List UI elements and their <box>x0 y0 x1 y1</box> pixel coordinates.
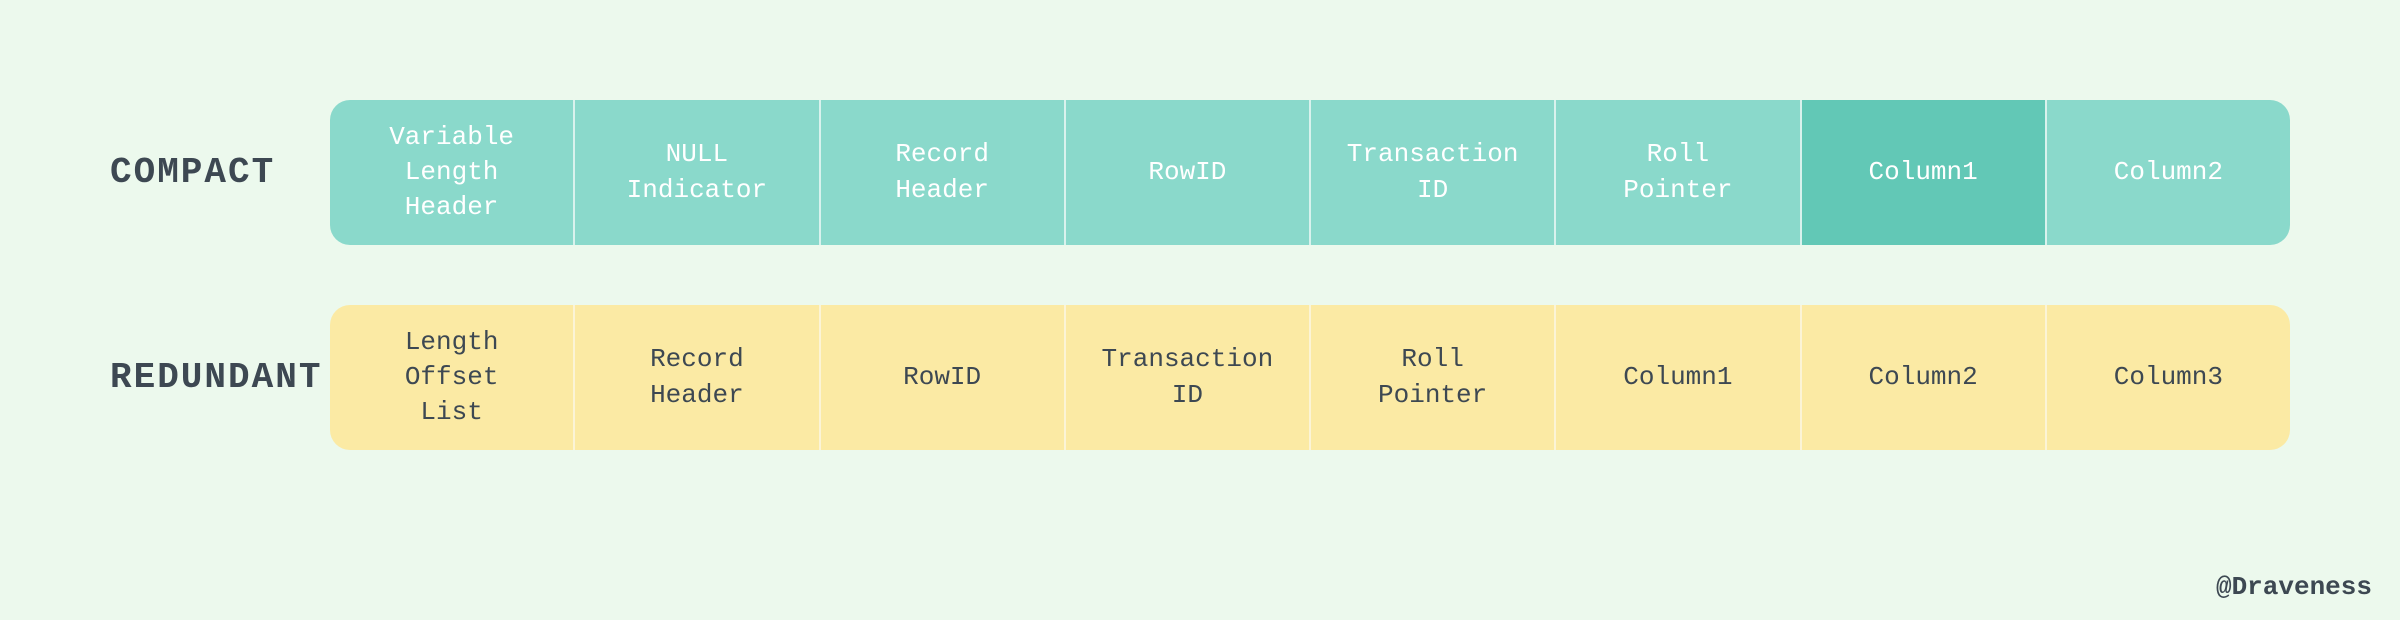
redundant-cell-column2: Column2 <box>1802 305 2047 450</box>
redundant-cell-transaction-id: Transaction ID <box>1066 305 1311 450</box>
compact-cell-column2: Column2 <box>2047 100 2290 245</box>
compact-label: COMPACT <box>110 152 330 193</box>
redundant-cell-rowid: RowID <box>821 305 1066 450</box>
redundant-cells: Length Offset List Record Header RowID T… <box>330 305 2290 450</box>
redundant-cell-roll-pointer: Roll Pointer <box>1311 305 1556 450</box>
redundant-cell-column1: Column1 <box>1556 305 1801 450</box>
compact-cell-variable-length-header: Variable Length Header <box>330 100 575 245</box>
compact-cell-column1: Column1 <box>1802 100 2047 245</box>
compact-row: COMPACT Variable Length Header NULL Indi… <box>110 100 2290 245</box>
attribution: @Draveness <box>2216 572 2372 602</box>
compact-cell-transaction-id: Transaction ID <box>1311 100 1556 245</box>
compact-cell-rowid: RowID <box>1066 100 1311 245</box>
diagram-container: COMPACT Variable Length Header NULL Indi… <box>0 0 2400 450</box>
redundant-row: REDUNDANT Length Offset List Record Head… <box>110 305 2290 450</box>
compact-cell-null-indicator: NULL Indicator <box>575 100 820 245</box>
compact-cells: Variable Length Header NULL Indicator Re… <box>330 100 2290 245</box>
redundant-cell-column3: Column3 <box>2047 305 2290 450</box>
redundant-label: REDUNDANT <box>110 357 330 398</box>
redundant-cell-record-header: Record Header <box>575 305 820 450</box>
compact-cell-roll-pointer: Roll Pointer <box>1556 100 1801 245</box>
redundant-cell-length-offset-list: Length Offset List <box>330 305 575 450</box>
compact-cell-record-header: Record Header <box>821 100 1066 245</box>
